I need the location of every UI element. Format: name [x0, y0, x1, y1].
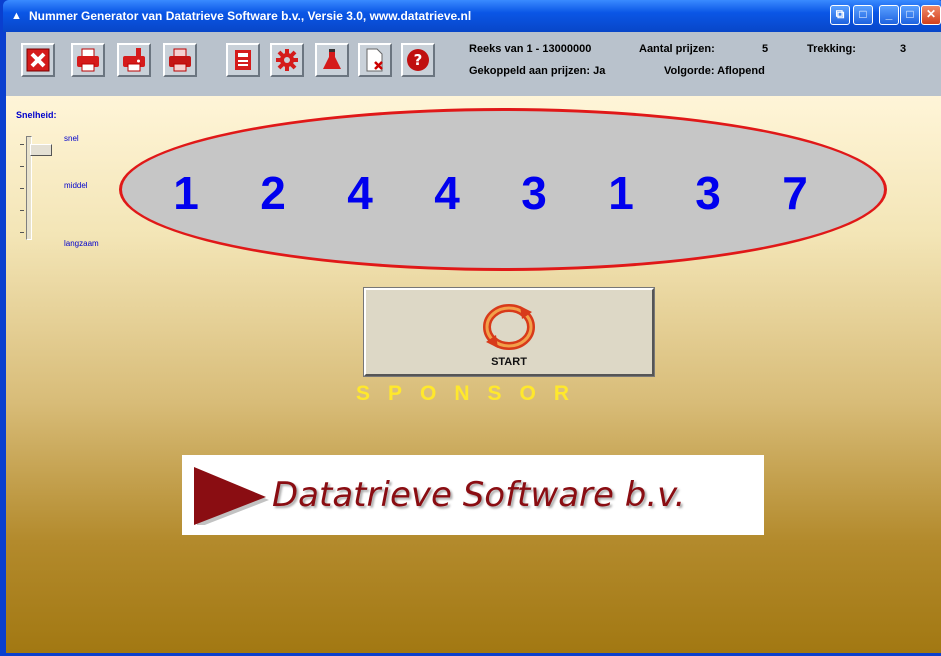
restore-icon[interactable]: ⧉	[830, 5, 850, 25]
app-window: ▲ Nummer Generator van Datatrieve Softwa…	[0, 0, 941, 656]
prizes-label: Aantal prijzen:	[639, 43, 715, 55]
printer-alert-icon	[123, 48, 145, 72]
digit-1: 1	[173, 167, 199, 219]
main-panel: Snelheid: snel middel langzaam 1 2 4 4 3…	[6, 96, 941, 653]
printer-red-icon	[169, 48, 191, 72]
digit-5: 3	[521, 167, 547, 219]
lottery-button[interactable]	[315, 43, 349, 77]
title-bar[interactable]: ▲ Nummer Generator van Datatrieve Softwa…	[3, 0, 941, 32]
printer-icon	[77, 48, 99, 72]
draw-value: 3	[900, 43, 907, 55]
exit-button[interactable]	[21, 43, 55, 77]
flask-icon	[323, 49, 341, 69]
prizes-value: 5	[762, 43, 769, 55]
digit-6: 1	[608, 167, 634, 219]
slider-tick	[20, 166, 24, 167]
minimize-button[interactable]: _	[879, 5, 899, 25]
slider-tick	[20, 232, 24, 233]
delete-file-button[interactable]	[358, 43, 392, 77]
settings-button[interactable]	[270, 43, 304, 77]
slider-tick	[20, 144, 24, 145]
refresh-icon	[483, 304, 535, 350]
app-icon[interactable]: ▲	[11, 10, 22, 22]
start-label: START	[491, 356, 527, 368]
slider-tick	[20, 210, 24, 211]
digit-3: 4	[347, 167, 373, 219]
help-button[interactable]: ?	[401, 43, 435, 77]
window-title: Nummer Generator van Datatrieve Software…	[29, 9, 472, 23]
digit-8: 7	[782, 167, 808, 219]
range-text: Reeks van 1 - 13000000	[469, 43, 592, 55]
close-window-button[interactable]: ✕	[921, 5, 941, 25]
window-icon[interactable]: □	[853, 5, 873, 25]
logo-arrow-icon	[194, 467, 269, 525]
close-icon	[26, 48, 50, 72]
digit-7: 3	[695, 167, 721, 219]
toolbar: ? Reeks van 1 - 13000000 Aantal prijzen:…	[6, 32, 941, 96]
company-logo: Datatrieve Software b.v.	[182, 455, 764, 535]
svg-text:?: ?	[414, 51, 423, 69]
calculator-icon	[235, 50, 251, 70]
slider-tick	[20, 188, 24, 189]
file-delete-icon	[366, 48, 383, 72]
order-text: Volgorde: Aflopend	[664, 65, 765, 77]
print-list-button[interactable]	[163, 43, 197, 77]
speed-slider-thumb[interactable]	[30, 144, 52, 156]
digit-2: 2	[260, 167, 286, 219]
logo-text: Datatrieve Software b.v.	[272, 475, 686, 515]
sponsor-label: SPONSOR	[356, 382, 588, 405]
print-warning-button[interactable]	[117, 43, 151, 77]
help-icon: ?	[407, 49, 429, 71]
draw-label: Trekking:	[807, 43, 856, 55]
linked-text: Gekoppeld aan prijzen: Ja	[469, 65, 606, 77]
gear-icon	[276, 49, 298, 71]
speed-slow-label: langzaam	[64, 239, 99, 248]
number-display	[119, 108, 887, 271]
calculator-button[interactable]	[226, 43, 260, 77]
digit-4: 4	[434, 167, 460, 219]
speed-medium-label: middel	[64, 181, 88, 190]
print-button[interactable]	[71, 43, 105, 77]
speed-fast-label: snel	[64, 134, 79, 143]
start-button[interactable]: START	[363, 287, 655, 377]
speed-title: Snelheid:	[16, 110, 57, 120]
maximize-button[interactable]: □	[900, 5, 920, 25]
